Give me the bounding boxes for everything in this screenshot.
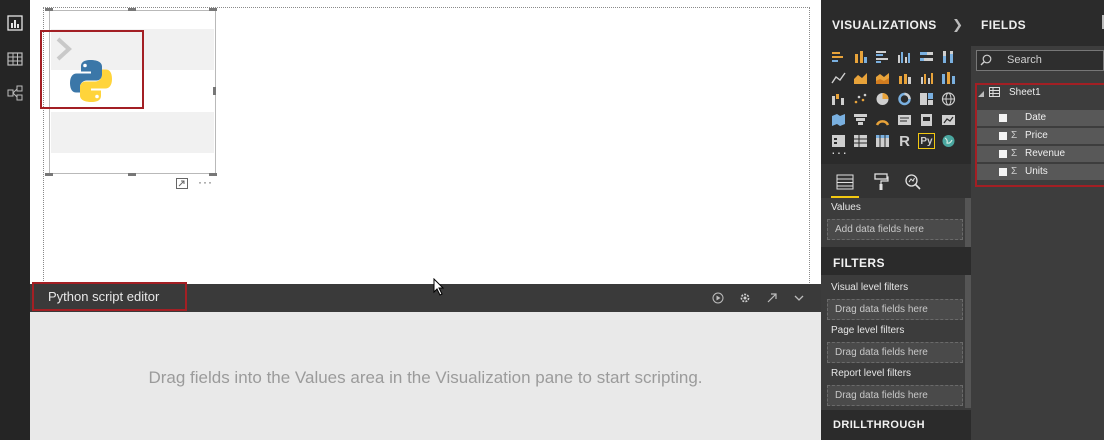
field-item[interactable]: Σ Units — [977, 164, 1104, 180]
line-and-stacked-column-icon[interactable] — [896, 70, 913, 86]
clustered-column-chart-icon[interactable] — [896, 49, 913, 65]
sigma-icon: Σ — [1011, 148, 1018, 159]
run-icon[interactable] — [711, 291, 724, 304]
arcgis-globe-icon[interactable] — [940, 133, 957, 149]
visualizations-header: VISUALIZATIONS — [832, 18, 937, 32]
map-icon[interactable] — [940, 91, 957, 107]
stacked-area-chart-icon[interactable] — [874, 70, 891, 86]
resize-handle[interactable] — [213, 87, 216, 95]
field-item[interactable]: Date — [977, 110, 1104, 126]
more-visuals-icon[interactable]: ··· — [831, 144, 848, 160]
chevron-down-icon[interactable] — [792, 291, 805, 304]
gauge-icon[interactable] — [874, 112, 891, 128]
view-rail — [0, 0, 30, 440]
fields-tab-icon[interactable] — [833, 170, 857, 194]
fields-search-input[interactable]: Search — [976, 50, 1104, 71]
model-view-icon[interactable] — [4, 82, 26, 104]
resize-handle[interactable] — [45, 8, 53, 11]
card-icon[interactable] — [918, 112, 935, 128]
python-visual-button[interactable]: Py — [918, 133, 935, 149]
analytics-magnifier-icon[interactable] — [901, 170, 925, 194]
field-item[interactable]: Σ Revenue — [977, 146, 1104, 162]
table-icon — [989, 87, 1000, 100]
field-checkbox[interactable] — [999, 114, 1007, 122]
mouse-cursor-icon — [433, 278, 445, 296]
report-level-filters-label: Report level filters — [831, 368, 912, 379]
kpi-icon[interactable] — [940, 112, 957, 128]
visualizations-tabs — [821, 164, 971, 200]
collapse-pane-icon[interactable]: ❯ — [952, 17, 963, 33]
100-stacked-bar-icon[interactable] — [918, 49, 935, 65]
filled-map-icon[interactable] — [830, 112, 847, 128]
pie-chart-icon[interactable] — [874, 91, 891, 107]
script-editor-hint: Drag fields into the Values area in the … — [148, 368, 703, 387]
scatter-chart-icon[interactable] — [852, 91, 869, 107]
report-view-icon[interactable] — [4, 12, 26, 34]
expand-triangle-icon[interactable] — [978, 89, 984, 100]
more-options-icon[interactable]: ··· — [198, 176, 213, 192]
stacked-column-chart-icon[interactable] — [852, 49, 869, 65]
editor-toolbar — [711, 291, 805, 304]
page-level-filters-label: Page level filters — [831, 325, 905, 336]
visual-level-filters-label: Visual level filters — [831, 282, 909, 293]
values-well-label: Values — [831, 202, 861, 213]
table-name: Sheet1 — [1009, 87, 1041, 98]
sigma-icon: Σ — [1011, 166, 1018, 177]
resize-handle[interactable] — [128, 8, 136, 11]
treemap-icon[interactable] — [918, 91, 935, 107]
sigma-icon: Σ — [1011, 130, 1018, 141]
script-editor-title: Python script editor — [32, 282, 187, 311]
resize-handle[interactable] — [209, 8, 217, 11]
data-view-icon[interactable] — [4, 48, 26, 70]
page-filters-drop-zone[interactable]: Drag data fields here — [827, 342, 963, 363]
format-paint-roller-icon[interactable] — [869, 170, 893, 194]
funnel-icon[interactable] — [852, 112, 869, 128]
visual-filters-drop-zone[interactable]: Drag data fields here — [827, 299, 963, 320]
field-checkbox[interactable] — [999, 150, 1007, 158]
python-logo-icon — [70, 60, 112, 102]
ribbon-chart-icon[interactable] — [940, 70, 957, 86]
donut-chart-icon[interactable] — [896, 91, 913, 107]
waterfall-chart-icon[interactable] — [830, 91, 847, 107]
visual-header-tools: ··· — [176, 176, 213, 192]
filters-header: FILTERS — [821, 247, 971, 275]
fields-header: FIELDS — [971, 0, 1104, 46]
expand-icon[interactable] — [765, 291, 778, 304]
gear-icon[interactable] — [738, 291, 751, 304]
line-chart-icon[interactable] — [830, 70, 847, 86]
resize-handle[interactable] — [45, 173, 53, 176]
field-checkbox[interactable] — [999, 132, 1007, 140]
visualizations-pane: VISUALIZATIONS ❯ R Py ··· Values Add dat… — [821, 0, 971, 440]
field-checkbox[interactable] — [999, 168, 1007, 176]
visual-stripe — [51, 112, 214, 153]
script-editor-body[interactable]: Drag fields into the Values area in the … — [30, 312, 821, 440]
r-visual-icon[interactable]: R — [896, 133, 913, 150]
table-icon[interactable] — [852, 133, 869, 149]
line-and-clustered-column-icon[interactable] — [918, 70, 935, 86]
values-drop-zone[interactable]: Add data fields here — [827, 219, 963, 240]
field-name: Price — [1025, 130, 1048, 141]
search-icon — [980, 54, 992, 66]
multi-row-card-icon[interactable] — [896, 112, 913, 128]
field-item[interactable]: Σ Price — [977, 128, 1104, 144]
drillthrough-header: DRILLTHROUGH — [821, 410, 971, 440]
resize-handle[interactable] — [128, 173, 136, 176]
field-name: Date — [1025, 112, 1047, 123]
field-name: Revenue — [1025, 148, 1066, 159]
stacked-bar-chart-icon[interactable] — [830, 49, 847, 65]
100-stacked-column-icon[interactable] — [940, 49, 957, 65]
focus-mode-icon[interactable] — [176, 178, 188, 192]
clustered-bar-chart-icon[interactable] — [874, 49, 891, 65]
field-name: Units — [1025, 166, 1048, 177]
area-chart-icon[interactable] — [852, 70, 869, 86]
fields-pane: FIELDS Search Sheet1 Date Σ Price Σ Reve… — [971, 0, 1104, 440]
report-filters-drop-zone[interactable]: Drag data fields here — [827, 385, 963, 406]
visual-type-gallery: R Py — [830, 49, 966, 150]
matrix-icon[interactable] — [874, 133, 891, 149]
